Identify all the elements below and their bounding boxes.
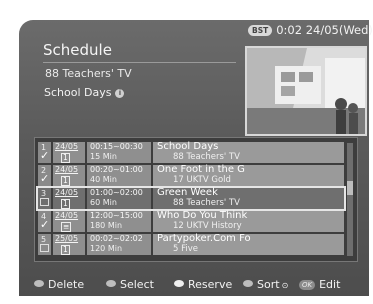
select-button[interactable]: Select bbox=[106, 278, 154, 291]
schedule-row[interactable]: 4 ✓ 24/05 ≡ 12:00~15:00 180 Min Who Do Y… bbox=[38, 210, 344, 232]
edit-label: Edit bbox=[319, 278, 341, 291]
delete-button[interactable]: Delete bbox=[34, 278, 84, 291]
record-once-icon: 1 bbox=[61, 199, 70, 209]
current-programme-title: School Days bbox=[44, 86, 112, 99]
row-time-cell: 12:00~15:00 180 Min bbox=[87, 211, 151, 232]
reserve-button[interactable]: Reserve bbox=[174, 278, 232, 291]
row-index-cell: 5 bbox=[38, 234, 51, 255]
reserved-check-icon[interactable]: ✓ bbox=[40, 173, 49, 184]
row-channel: 12 UKTV History bbox=[173, 221, 242, 231]
row-channel: 5 Five bbox=[173, 244, 199, 254]
row-date-cell: 24/05 ≡ bbox=[53, 211, 85, 232]
schedule-row[interactable]: 5 25/05 1 00:02~02:02 120 Min Partypoker… bbox=[38, 233, 344, 255]
schedule-row[interactable]: 1 ✓ 24/05 1 00:15~00:30 15 Min School Da… bbox=[38, 141, 344, 163]
row-date-cell: 24/05 1 bbox=[53, 165, 85, 186]
row-programme-cell: Who Do You Think 12 UKTV History bbox=[153, 210, 344, 232]
delete-label: Delete bbox=[48, 278, 85, 291]
page-title: Schedule bbox=[43, 41, 112, 59]
row-date: 25/05 bbox=[55, 234, 79, 243]
yellow-key-icon bbox=[174, 280, 184, 287]
schedule-row-selected[interactable]: 3 24/05 1 01:00~02:00 60 Min Green Week … bbox=[36, 186, 346, 211]
clock-display: BST 0:02 24/05(Wed) bbox=[248, 23, 373, 41]
row-title: One Foot in the G bbox=[157, 164, 245, 175]
unchecked-box-icon[interactable] bbox=[40, 198, 49, 206]
bst-badge: BST bbox=[248, 25, 273, 36]
select-label: Select bbox=[120, 278, 154, 291]
clock-text: 0:02 24/05(Wed) bbox=[276, 23, 373, 37]
sort-label: Sort bbox=[257, 278, 280, 291]
unchecked-box-icon[interactable] bbox=[40, 244, 49, 252]
ok-key-icon: OK bbox=[299, 280, 316, 290]
schedule-list: 1 ✓ 24/05 1 00:15~00:30 15 Min School Da… bbox=[34, 137, 358, 262]
row-title: School Days bbox=[157, 141, 219, 152]
row-date-cell: 24/05 1 bbox=[53, 188, 85, 209]
row-time-cell: 00:15~00:30 15 Min bbox=[87, 142, 151, 163]
sort-button[interactable]: Sort ⊙ bbox=[243, 278, 288, 291]
record-once-icon: 1 bbox=[61, 176, 70, 186]
row-title: Green Week bbox=[157, 187, 218, 198]
row-time: 00:20~01:00 bbox=[90, 165, 143, 174]
row-date: 24/05 bbox=[55, 165, 79, 174]
row-date: 24/05 bbox=[55, 142, 79, 151]
row-date: 24/05 bbox=[55, 211, 79, 220]
row-time: 00:02~02:02 bbox=[90, 234, 143, 243]
record-series-icon: ≡ bbox=[61, 222, 72, 232]
row-duration: 40 Min bbox=[90, 175, 117, 184]
list-scrollbar[interactable] bbox=[347, 143, 353, 256]
row-index-cell: 1 ✓ bbox=[38, 142, 51, 163]
sort-order-icon: ⊙ bbox=[281, 281, 289, 290]
row-time-cell: 00:02~02:02 120 Min bbox=[87, 234, 151, 255]
title-divider bbox=[43, 62, 236, 63]
scrollbar-thumb[interactable] bbox=[347, 181, 353, 195]
row-time-cell: 01:00~02:00 60 Min bbox=[87, 188, 151, 209]
row-time-cell: 00:20~01:00 40 Min bbox=[87, 165, 151, 186]
reserved-check-icon[interactable]: ✓ bbox=[40, 150, 49, 161]
row-programme-cell: School Days 88 Teachers' TV bbox=[153, 141, 344, 163]
row-channel: 88 Teachers' TV bbox=[173, 152, 240, 162]
row-index-cell: 2 ✓ bbox=[38, 165, 51, 186]
preview-image bbox=[247, 48, 365, 134]
row-date-cell: 24/05 1 bbox=[53, 142, 85, 163]
record-once-icon: 1 bbox=[61, 153, 70, 163]
row-programme-cell: One Foot in the G 17 UKTV Gold bbox=[153, 164, 344, 186]
schedule-row[interactable]: 2 ✓ 24/05 1 00:20~01:00 40 Min One Foot … bbox=[38, 164, 344, 186]
row-duration: 180 Min bbox=[90, 221, 123, 230]
row-title: Who Do You Think bbox=[157, 210, 248, 221]
edit-button[interactable]: OK Edit bbox=[299, 278, 340, 291]
record-once-icon: 1 bbox=[61, 245, 70, 255]
row-channel: 88 Teachers' TV bbox=[173, 198, 240, 208]
row-index-cell: 4 ✓ bbox=[38, 211, 51, 232]
blue-key-icon bbox=[243, 280, 253, 287]
row-programme-cell: Green Week 88 Teachers' TV bbox=[153, 187, 344, 209]
video-preview bbox=[245, 46, 367, 136]
row-title: Partypoker.Com Fo bbox=[157, 233, 251, 244]
row-time: 01:00~02:00 bbox=[90, 188, 143, 197]
current-programme: School Days i bbox=[44, 86, 125, 99]
row-time: 00:15~00:30 bbox=[90, 142, 143, 151]
row-number: 5 bbox=[41, 235, 47, 244]
green-key-icon bbox=[106, 280, 116, 287]
row-programme-cell: Partypoker.Com Fo 5 Five bbox=[153, 233, 344, 255]
current-channel: 88 Teachers' TV bbox=[45, 67, 132, 80]
reserved-check-icon[interactable]: ✓ bbox=[40, 219, 49, 230]
row-channel: 17 UKTV Gold bbox=[173, 175, 231, 185]
row-duration: 60 Min bbox=[90, 198, 117, 207]
row-number: 3 bbox=[41, 189, 47, 198]
red-key-icon bbox=[34, 280, 44, 287]
row-duration: 15 Min bbox=[90, 152, 117, 161]
row-time: 12:00~15:00 bbox=[90, 211, 143, 220]
row-date: 24/05 bbox=[55, 188, 79, 197]
button-hint-bar: Delete Select Reserve Sort ⊙ OK Edit bbox=[30, 278, 370, 294]
info-icon[interactable]: i bbox=[115, 89, 125, 98]
row-date-cell: 25/05 1 bbox=[53, 234, 85, 255]
row-duration: 120 Min bbox=[90, 244, 123, 253]
schedule-screen: BST 0:02 24/05(Wed) Schedule 88 Teachers'… bbox=[0, 0, 373, 304]
row-index-cell: 3 bbox=[38, 188, 51, 209]
reserve-label: Reserve bbox=[188, 278, 233, 291]
